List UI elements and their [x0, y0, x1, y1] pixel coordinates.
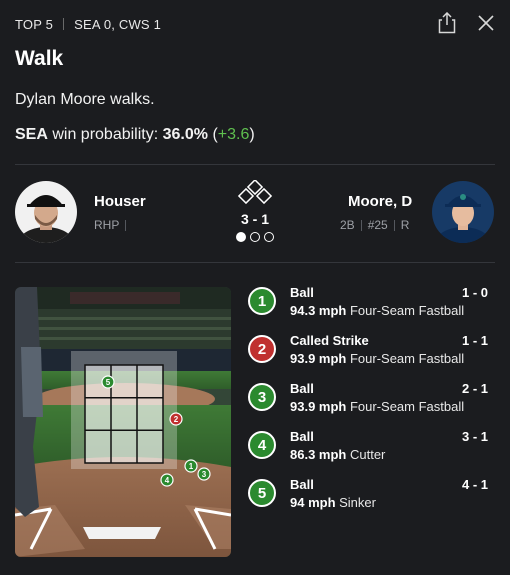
batter-meta: 2B #25 R	[340, 218, 409, 232]
pitch-number-badge: 1	[248, 287, 276, 315]
divider	[63, 18, 65, 30]
pitch-marker: 3	[197, 467, 211, 481]
pitch-row[interactable]: 3 Ball 2 - 1 93.9 mph Four-Seam Fastball	[248, 381, 488, 421]
event-description: Dylan Moore walks.	[15, 91, 155, 108]
pitch-detail: 94.3 mph Four-Seam Fastball	[290, 303, 464, 318]
pitch-number-badge: 5	[248, 479, 276, 507]
pitch-marker-label: 4	[165, 476, 170, 485]
win-prob-delta: +3.6	[217, 126, 250, 143]
pitch-row[interactable]: 5 Ball 4 - 1 94 mph Sinker	[248, 477, 488, 517]
bases-icon	[237, 178, 273, 205]
divider	[360, 219, 362, 231]
batter-bats: R	[400, 218, 410, 232]
pitch-count: 1 - 0	[461, 285, 488, 300]
pitch-number-badge: 4	[248, 431, 276, 459]
pitch-marker: 5	[101, 375, 115, 389]
pitch-detail: 93.9 mph Four-Seam Fastball	[290, 399, 464, 414]
pitch-type: Four-Seam Fastball	[346, 351, 465, 366]
pitcher-meta: RHP	[94, 218, 127, 232]
pitch-type: Sinker	[335, 495, 376, 510]
batter-avatar	[432, 181, 494, 243]
count-display: 3 - 1	[222, 178, 288, 244]
divider	[393, 219, 395, 231]
pitch-speed: 94.3 mph	[290, 303, 347, 318]
out-dot	[236, 232, 246, 242]
pitch-marker: 4	[160, 473, 174, 487]
inning-label: TOP 5	[15, 16, 54, 32]
pitch-count: 1 - 1	[461, 333, 488, 348]
win-prob-label: win probability:	[47, 126, 163, 143]
pitch-result: Ball	[290, 381, 314, 396]
pitch-result: Ball	[290, 285, 314, 300]
pitch-count: 2 - 1	[461, 381, 488, 396]
pitch-speed: 93.9 mph	[290, 399, 347, 414]
pitcher-avatar	[15, 181, 77, 243]
win-prob-paren-close: )	[249, 126, 255, 143]
pitch-marker-label: 3	[202, 470, 207, 479]
top-actions	[438, 12, 494, 34]
pitch-row[interactable]: 2 Called Strike 1 - 1 93.9 mph Four-Seam Fa…	[248, 333, 488, 373]
pitch-type: Four-Seam Fastball	[346, 303, 465, 318]
out-dot	[264, 232, 274, 242]
divider	[15, 262, 495, 263]
divider	[15, 164, 495, 165]
pitch-row[interactable]: 1 Ball 1 - 0 94.3 mph Four-Seam Fastball	[248, 285, 488, 325]
batter-number: #25	[367, 218, 388, 232]
out-dot	[250, 232, 260, 242]
pitch-result: Called Strike	[290, 333, 369, 348]
pitch-number-badge: 3	[248, 383, 276, 411]
count-value: 3 - 1	[240, 211, 269, 227]
pitch-detail: 93.9 mph Four-Seam Fastball	[290, 351, 464, 366]
pitch-type: Cutter	[346, 447, 386, 462]
pitch-result: Ball	[290, 477, 314, 492]
win-prob-paren-open: (	[208, 126, 218, 143]
pitch-count: 3 - 1	[461, 429, 488, 444]
strike-zone-view: 5 2 13 4	[15, 287, 231, 557]
pitch-count: 4 - 1	[461, 477, 488, 492]
pitch-marker-label: 2	[174, 415, 179, 424]
pitch-detail: 86.3 mph Cutter	[290, 447, 385, 462]
pitch-marker: 2	[169, 412, 183, 426]
divider	[125, 219, 127, 231]
pitch-marker-label: 1	[189, 462, 194, 471]
pitch-type: Four-Seam Fastball	[346, 399, 465, 414]
pitch-marker-label: 5	[106, 378, 111, 387]
pitch-result: Ball	[290, 429, 314, 444]
pitch-detail: 94 mph Sinker	[290, 495, 376, 510]
pitcher-position: RHP	[94, 218, 120, 232]
batter-name: Moore, D	[348, 193, 413, 210]
game-status: TOP 5 SEA 0, CWS 1	[15, 15, 161, 33]
pitch-speed: 86.3 mph	[290, 447, 347, 462]
win-prob-value: 36.0%	[162, 126, 208, 143]
pitch-row[interactable]: 4 Ball 3 - 1 86.3 mph Cutter	[248, 429, 488, 469]
pitcher-name: Houser	[94, 193, 146, 210]
batter-position: 2B	[340, 218, 355, 232]
win-prob-team: SEA	[15, 126, 48, 143]
pitch-markers: 5 2 13 4	[101, 375, 211, 487]
pitch-speed: 93.9 mph	[290, 351, 347, 366]
close-icon[interactable]	[478, 12, 494, 34]
pitch-number-badge: 2	[248, 335, 276, 363]
outs-indicator	[236, 232, 274, 242]
event-title: Walk	[15, 47, 64, 70]
share-icon[interactable]	[438, 12, 456, 34]
pitch-marker: 1	[184, 459, 198, 473]
win-probability: SEA win probability: 36.0% (+3.6)	[15, 126, 255, 144]
pitch-speed: 94 mph	[290, 495, 336, 510]
score-label: SEA 0, CWS 1	[74, 16, 162, 32]
